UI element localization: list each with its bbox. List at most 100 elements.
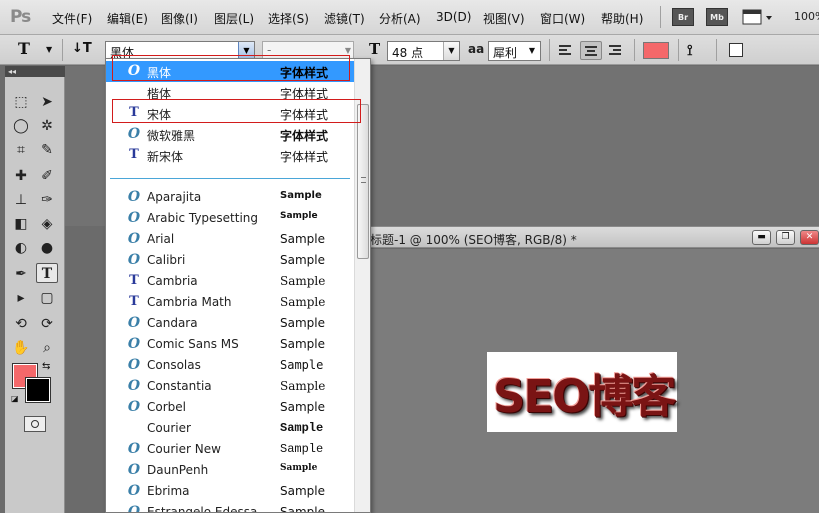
clone-stamp-icon[interactable]: ⊥ (10, 190, 32, 210)
opentype-icon: O (127, 504, 141, 513)
opentype-icon: O (127, 210, 141, 226)
opentype-icon: O (127, 252, 141, 268)
chevron-down-icon[interactable]: ▼ (46, 45, 52, 54)
font-option[interactable]: O Ebrima Sample (106, 481, 354, 502)
3d-orbit-icon[interactable]: ⟳ (36, 314, 58, 334)
menu-help[interactable]: 帮助(H) (601, 10, 643, 27)
font-option[interactable]: O Calibri Sample (106, 250, 354, 271)
scrollbar-thumb[interactable] (357, 104, 369, 259)
text-color-swatch[interactable] (643, 42, 669, 59)
brush-tool-icon[interactable]: ✐ (36, 166, 58, 186)
lasso-tool-icon[interactable]: ◯ (10, 116, 32, 136)
close-button[interactable]: ✕ (800, 230, 819, 245)
pen-tool-icon[interactable]: ✒ (10, 264, 32, 284)
align-center-button[interactable] (580, 41, 602, 60)
hand-tool-icon[interactable]: ✋ (10, 338, 32, 358)
font-option[interactable]: O Constantia Sample (106, 376, 354, 397)
font-option[interactable]: O 微软雅黑 字体样式 (106, 124, 354, 145)
font-list-divider (110, 178, 350, 179)
marquee-tool-icon[interactable]: ⬚ (10, 92, 32, 112)
swap-colors-icon[interactable]: ⇆ (42, 361, 50, 372)
font-list-scrollbar[interactable] (354, 59, 370, 512)
minimize-button[interactable]: ▬ (752, 230, 771, 245)
menu-bar: Ps 文件(F) 编辑(E) 图像(I) 图层(L) 选择(S) 滤镜(T) 分… (0, 0, 819, 35)
font-option[interactable]: O Courier New Sample (106, 439, 354, 460)
font-family-dropdown[interactable]: O 黑体 字体样式 楷体 字体样式 T 宋体 字体样式 O 微软雅黑 字体样式 … (105, 58, 371, 513)
opentype-icon: O (127, 441, 141, 457)
blur-tool-icon[interactable]: ◐ (10, 238, 32, 258)
bridge-button[interactable]: Br (672, 8, 694, 26)
menu-layer[interactable]: 图层(L) (214, 10, 254, 27)
chevron-down-icon[interactable]: ▼ (443, 42, 459, 60)
rectangle-tool-icon[interactable]: ▢ (36, 288, 58, 308)
3d-rotate-icon[interactable]: ⟲ (10, 314, 32, 334)
text-orientation-icon[interactable]: ↓T (72, 41, 92, 56)
menu-view[interactable]: 视图(V) (483, 10, 525, 27)
font-option-sample: Sample (280, 421, 324, 435)
font-option-sample: Sample (280, 337, 325, 351)
quick-mask-button[interactable] (24, 416, 46, 432)
type-tool-preset-icon[interactable]: T (18, 39, 30, 58)
crop-tool-icon[interactable]: ⌗ (10, 140, 32, 160)
menu-window[interactable]: 窗口(W) (540, 10, 585, 27)
font-option[interactable]: T Cambria Sample (106, 271, 354, 292)
mini-bridge-button[interactable]: Mb (706, 8, 728, 26)
menu-analysis[interactable]: 分析(A) (379, 10, 421, 27)
separator (678, 39, 679, 61)
eyedropper-icon[interactable]: ✎ (36, 140, 58, 160)
font-option[interactable]: O Corbel Sample (106, 397, 354, 418)
font-option[interactable]: Courier Sample (106, 418, 354, 439)
font-option[interactable]: O Comic Sans MS Sample (106, 334, 354, 355)
background-color-swatch[interactable] (25, 377, 51, 403)
opentype-icon: O (127, 189, 141, 205)
align-right-button[interactable] (605, 41, 627, 60)
align-left-button[interactable] (555, 41, 577, 60)
opentype-icon: O (127, 336, 141, 352)
menu-edit[interactable]: 编辑(E) (107, 10, 148, 27)
chevron-down-icon: ▼ (344, 46, 351, 55)
font-option[interactable]: O Arial Sample (106, 229, 354, 250)
menu-file[interactable]: 文件(F) (52, 10, 92, 27)
screen-mode-button[interactable] (742, 8, 776, 26)
warp-text-icon[interactable]: ⟟ (687, 41, 693, 59)
font-option[interactable]: O Aparajita Sample (106, 187, 354, 208)
default-colors-icon[interactable]: ◪ (11, 394, 19, 403)
history-brush-icon[interactable]: ✑ (36, 190, 58, 210)
font-option[interactable]: O Estrangelo Edessa Sample (106, 502, 354, 513)
toolbox-collapse-icon[interactable]: ◂◂ (5, 66, 65, 77)
chevron-down-icon[interactable]: ▼ (524, 42, 540, 60)
font-option[interactable]: T Cambria Math Sample (106, 292, 354, 313)
font-option-sample: Sample (280, 505, 325, 513)
font-option-sample: Sample (280, 379, 326, 393)
font-option-name: Corbel (147, 400, 186, 414)
restore-button[interactable]: ❐ (776, 230, 795, 245)
antialias-select[interactable]: 犀利 ▼ (488, 41, 541, 61)
character-panel-icon[interactable] (729, 43, 743, 57)
move-tool-icon[interactable]: ➤ (36, 92, 58, 112)
font-option[interactable]: O DaunPenh Sample (106, 460, 354, 481)
menu-3d[interactable]: 3D(D) (436, 10, 471, 24)
dodge-tool-icon[interactable]: ● (36, 238, 58, 258)
zoom-level[interactable]: 100% (794, 10, 819, 23)
eraser-tool-icon[interactable]: ◧ (10, 214, 32, 234)
font-option-name: Consolas (147, 358, 201, 372)
font-option[interactable]: O Arabic Typesetting Sample (106, 208, 354, 229)
document-canvas[interactable]: SEO博客 (487, 352, 677, 432)
menu-select[interactable]: 选择(S) (268, 10, 309, 27)
menu-image[interactable]: 图像(I) (161, 10, 198, 27)
magic-wand-icon[interactable]: ✲ (36, 116, 58, 136)
type-tool-icon[interactable]: T (36, 263, 58, 283)
font-size-select[interactable]: 48 点 ▼ (387, 41, 460, 61)
healing-brush-icon[interactable]: ✚ (10, 166, 32, 186)
font-option[interactable]: O Consolas Sample (106, 355, 354, 376)
paint-bucket-icon[interactable]: ◈ (36, 214, 58, 234)
canvas-text-layer[interactable]: SEO博客 (493, 360, 676, 425)
font-option[interactable]: O Candara Sample (106, 313, 354, 334)
zoom-tool-icon[interactable]: ⌕ (36, 338, 58, 358)
path-selection-icon[interactable]: ▸ (10, 288, 32, 308)
font-option[interactable]: T 新宋体 字体样式 (106, 145, 354, 166)
menu-filter[interactable]: 滤镜(T) (324, 10, 365, 27)
font-option-name: Courier (147, 421, 191, 435)
document-titlebar[interactable]: 标题-1 @ 100% (SEO博客, RGB/8) * ▬ ❐ ✕ (370, 226, 819, 248)
antialias-value: 犀利 (493, 46, 518, 60)
